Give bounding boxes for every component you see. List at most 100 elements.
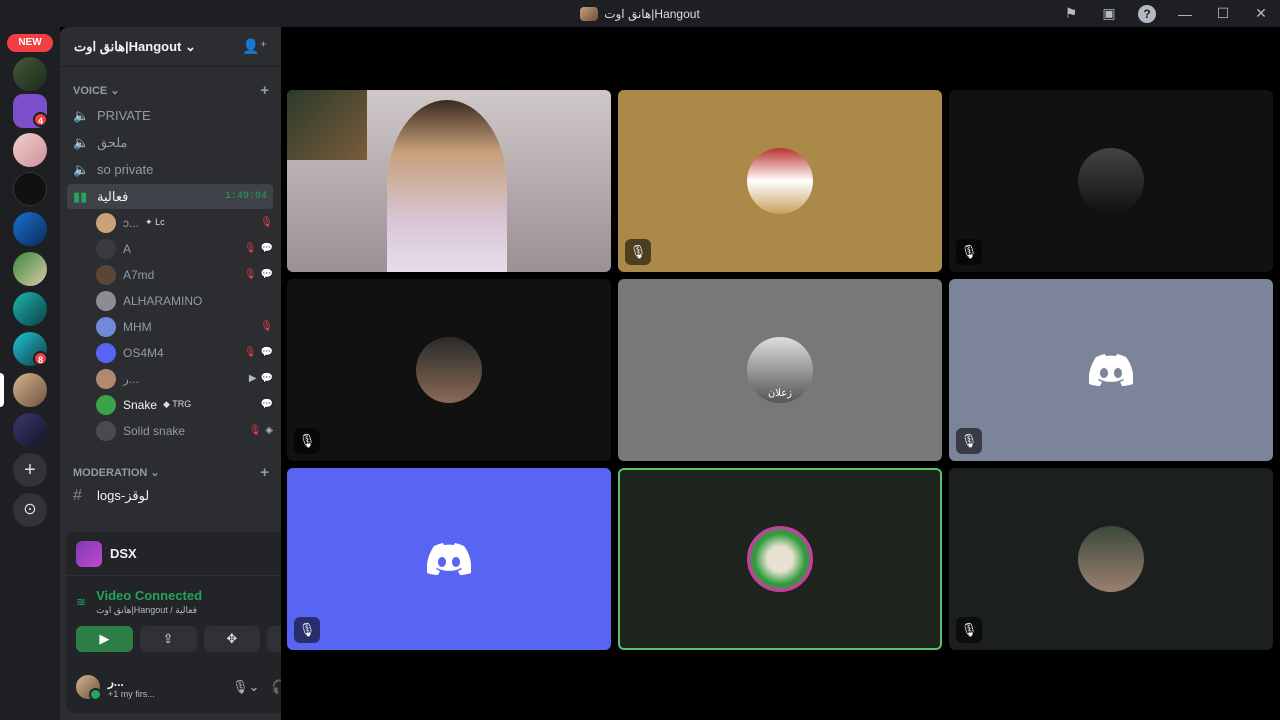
video-tile[interactable]: زعلان — [618, 279, 942, 461]
server-icon[interactable] — [13, 252, 47, 286]
call-timer: 1:49:04 — [224, 191, 267, 202]
server-icon[interactable] — [13, 133, 47, 167]
avatar — [96, 264, 116, 285]
video-tile[interactable]: 🎙 — [287, 279, 611, 461]
screen-inbox-icon[interactable]: ▣ — [1090, 5, 1128, 22]
avatar — [96, 212, 116, 233]
channel-label: so private — [97, 162, 154, 177]
server-icon[interactable] — [13, 212, 47, 246]
voice-user[interactable]: Solid snake 🎙 ◈ — [96, 418, 273, 443]
chevron-down-icon: ⌄ — [150, 466, 160, 479]
server-icon[interactable] — [13, 57, 47, 91]
user-tag: ✦ Lc — [145, 217, 165, 228]
server-icon[interactable] — [13, 172, 47, 206]
video-tile-speaking[interactable] — [618, 468, 942, 650]
video-tile[interactable]: 🎙 — [949, 468, 1273, 650]
voice-channel-private[interactable]: 🔈 PRIVATE — [67, 103, 273, 128]
voice-user[interactable]: A7md 🎙 💬 — [96, 262, 273, 287]
new-badge[interactable]: NEW — [7, 34, 53, 52]
maximize-button[interactable]: ☐ — [1204, 5, 1242, 22]
channel-label: PRIVATE — [97, 108, 151, 123]
minimize-button[interactable]: — — [1166, 6, 1204, 22]
avatar — [96, 238, 116, 259]
avatar — [96, 368, 116, 389]
activities-button[interactable]: ✥ — [203, 626, 261, 652]
mic-muted-icon: 🎙 — [294, 617, 320, 643]
moderation-category[interactable]: MODERATION ⌄ + — [60, 463, 281, 481]
video-tile[interactable]: 🎙 — [949, 279, 1273, 461]
server-icon[interactable] — [13, 292, 47, 326]
discover-icon[interactable]: ⊙ — [13, 493, 47, 527]
window-title-text: هانق اوت|Hangout — [604, 6, 700, 21]
voice-channel-mulhaq[interactable]: 🔈 ملحق — [67, 130, 273, 155]
mic-muted-icon: 🎙 — [294, 428, 320, 454]
avatar — [747, 526, 813, 592]
share-screen-button[interactable]: ⇪ — [139, 626, 197, 652]
connection-location[interactable]: هانق اوت|Hangout / فعالية — [96, 605, 202, 616]
avatar — [96, 316, 116, 337]
chevron-down-icon: ⌄ — [185, 38, 196, 54]
voice-user[interactable]: MHM 🎙 — [96, 314, 273, 339]
server-header[interactable]: هانق اوت|Hangout ⌄ 👤⁺ — [60, 27, 281, 67]
camera-button[interactable]: ▶ — [76, 626, 133, 652]
voice-user[interactable]: OS4M4 🎙 💬 — [96, 340, 273, 365]
discord-logo-icon — [1089, 354, 1133, 386]
activity-avatar — [76, 540, 102, 567]
discord-logo-icon — [427, 543, 471, 575]
connection-status[interactable]: Video Connected — [96, 588, 202, 603]
voice-user[interactable]: A 🎙 💬 — [96, 236, 273, 261]
mention-badge: 8 — [33, 351, 48, 366]
server-icon-active[interactable] — [13, 373, 47, 407]
avatar — [96, 420, 116, 441]
server-name-text: هانق اوت|Hangout — [74, 38, 182, 54]
avatar — [747, 148, 813, 214]
voice-user[interactable]: ALHARAMINO — [96, 288, 273, 313]
mic-muted-icon: 🎙 — [956, 239, 982, 265]
server-thumb — [580, 6, 599, 21]
invite-people-icon[interactable]: 👤⁺ — [242, 38, 267, 55]
chevron-down-icon: ⌄ — [110, 84, 120, 97]
voice-user[interactable]: ر... ▶ 💬 — [96, 366, 273, 391]
avatar — [1078, 148, 1144, 214]
voice-user[interactable]: ↄ... ✦ Lc 🎙 — [96, 210, 273, 235]
microphone-icon[interactable]: 🎙⌄ — [232, 679, 259, 695]
speaker-locked-icon: 🔈 — [73, 134, 90, 150]
flag-icon[interactable]: ⚑ — [1052, 5, 1090, 22]
voice-user[interactable]: Snake ◆ TRG 💬 — [96, 392, 273, 417]
mic-muted-icon: 🎙 — [625, 239, 651, 265]
user-name: ALHARAMINO — [123, 293, 203, 308]
mic-muted-icon: 🎙 — [243, 347, 257, 358]
account-name[interactable]: ر... — [108, 675, 155, 689]
video-tile[interactable]: 🎙 — [618, 90, 942, 272]
account-status-count: +1 — [108, 689, 119, 699]
voice-category[interactable]: VOICE ⌄ + — [60, 81, 281, 99]
channel-sidebar: هانق اوت|Hangout ⌄ 👤⁺ VOICE ⌄ + 🔈 PRIVATE… — [60, 27, 334, 720]
active-server-indicator — [0, 373, 4, 407]
avatar — [96, 342, 116, 363]
account-status-text: my firs... — [120, 689, 155, 699]
signal-icon[interactable]: ≋ — [76, 595, 86, 609]
add-server-icon[interactable]: + — [13, 453, 47, 487]
video-tile[interactable]: 🎙 — [287, 468, 611, 650]
user-name: Solid snake — [123, 423, 186, 438]
channel-label: logs-لوقز — [97, 487, 150, 503]
user-name: OS4M4 — [123, 345, 164, 360]
close-button[interactable]: ✕ — [1242, 5, 1280, 22]
hashtag-icon: # — [73, 486, 82, 504]
video-tile[interactable] — [287, 90, 611, 272]
add-channel-icon[interactable]: + — [260, 82, 269, 99]
account-avatar[interactable] — [76, 675, 102, 701]
mic-muted-icon: 🎙 — [260, 217, 273, 228]
avatar — [416, 337, 482, 403]
help-icon[interactable]: ? — [1138, 4, 1156, 23]
add-channel-icon[interactable]: + — [260, 464, 269, 481]
video-tile[interactable]: 🎙 — [949, 90, 1273, 272]
voice-channel-so-private[interactable]: 🔈 so private — [67, 157, 273, 182]
server-icon[interactable] — [13, 413, 47, 447]
console-icon: ◈ — [265, 425, 273, 436]
activity-icon: 💬 — [260, 373, 273, 384]
voice-channel-active[interactable]: ▮▮ فعالية 1:49:04 — [67, 184, 273, 209]
account-status[interactable]: +1 my firs... — [108, 689, 155, 699]
text-channel-logs[interactable]: # logs-لوقز — [67, 483, 273, 508]
mic-muted-icon: 🎙 — [260, 321, 273, 332]
